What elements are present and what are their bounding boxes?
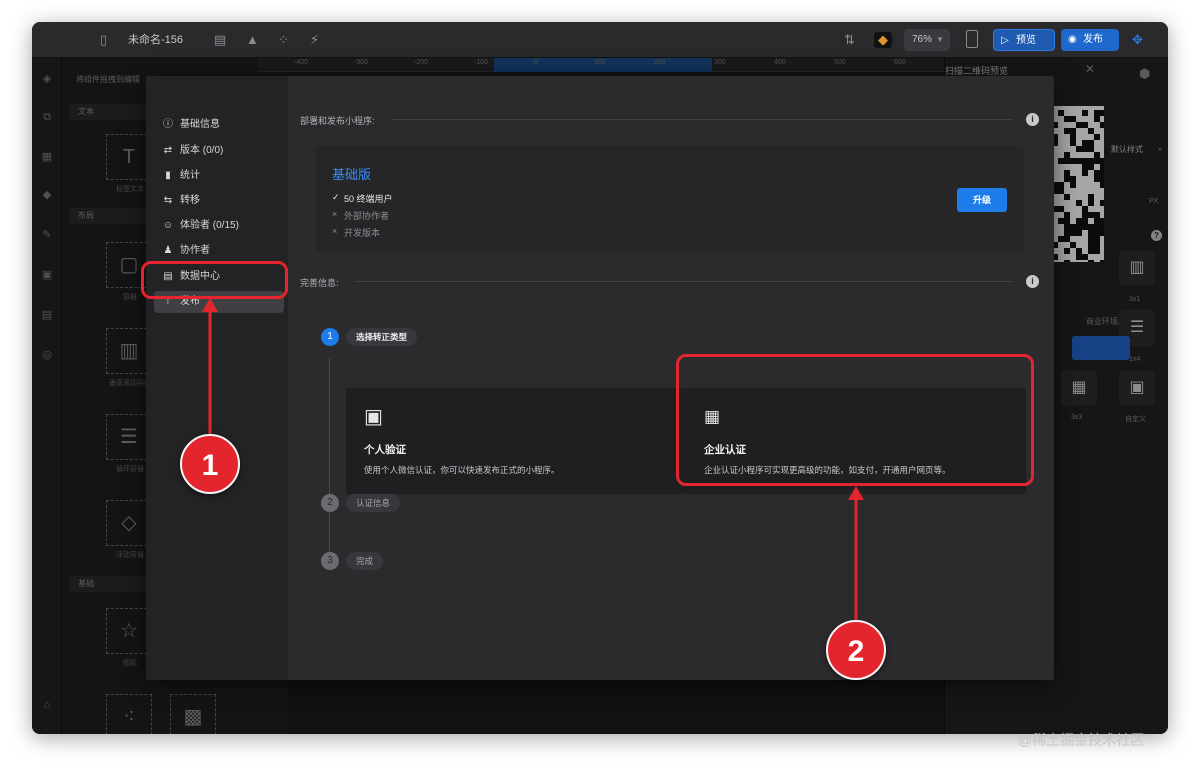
info-icon[interactable]: i <box>1026 113 1039 126</box>
document-title[interactable]: 未命名-156 <box>128 32 183 48</box>
personal-verification-card[interactable]: ▣ 个人验证 使用个人微信认证，你可以快速发布正式的小程序。 <box>346 388 686 494</box>
modal-nav-item[interactable]: ☺ 体验者 (0/15) <box>154 215 284 237</box>
cert-option-description: 使用个人微信认证，你可以快速发布正式的小程序。 <box>364 465 560 475</box>
cross-icon: × <box>332 226 338 236</box>
highlight-enterprise-card <box>676 354 1034 486</box>
section-divider <box>392 119 1012 120</box>
modal-nav-label: 版本 (0/0) <box>180 145 224 156</box>
swap-icon: ⇄ <box>163 145 173 156</box>
actions-icon[interactable]: ⚡ <box>310 32 319 48</box>
arrow-to-enterprise-card <box>848 486 864 622</box>
sidebar-toggle-icon[interactable]: ▯ <box>100 32 107 48</box>
complete-info-heading: 完善信息: <box>300 278 339 288</box>
publish-button-label: 发布 <box>1083 34 1103 45</box>
modal-nav-item[interactable]: ⇄ 版本 (0/0) <box>154 140 284 162</box>
bar-chart-icon: ▮ <box>165 170 171 181</box>
plan-card: 基础版 ✓ 50 终端用户 × 外部协作者 × 开发版本 升级 <box>316 146 1024 252</box>
step-number: 2 <box>321 494 339 512</box>
modal-nav-item[interactable]: ♟ 协作者 <box>154 240 284 262</box>
shapes-icon[interactable]: ▲ <box>246 32 259 48</box>
step-label: 选择转正类型 <box>346 328 418 346</box>
pages-icon[interactable]: ▤ <box>214 32 226 48</box>
eye-icon: ◉ <box>1068 34 1077 45</box>
play-icon: ▷ <box>1001 35 1009 46</box>
check-icon: ✓ <box>332 192 340 202</box>
plan-feature: × 开发版本 <box>332 226 380 239</box>
modal-nav-label: 体验者 (0/15) <box>180 220 239 231</box>
step-number: 3 <box>321 552 339 570</box>
cert-option-title: 个人验证 <box>364 444 406 456</box>
modal-nav-label: 协作者 <box>180 245 210 256</box>
upgrade-button[interactable]: 升级 <box>957 188 1007 212</box>
step-number: 1 <box>321 328 339 346</box>
team-icon: ♟ <box>163 245 173 256</box>
avatar[interactable]: ◆ <box>874 32 892 48</box>
preview-button-label: 预览 <box>1016 35 1036 46</box>
tester-icon: ☺ <box>162 220 174 231</box>
arrow-to-publish-nav <box>202 298 218 434</box>
preview-button[interactable]: ▷ 预览 <box>993 29 1055 51</box>
info-icon[interactable]: i <box>1026 275 1039 288</box>
step-label: 认证信息 <box>346 494 401 512</box>
chevron-down-icon: ▼ <box>936 35 944 44</box>
share-icon[interactable]: ✥ <box>1132 32 1143 48</box>
modal-nav-label: 基础信息 <box>180 119 220 130</box>
plan-feature-label: 外部协作者 <box>344 211 390 221</box>
plan-feature-label: 50 终端用户 <box>344 194 393 204</box>
top-toolbar: ▯ 未命名-156 ▤ ▲ ⁘ ⚡ ⇅ ◆ 76% ▼ ▷ 预览 ◉ 发布 ✥ <box>32 22 1168 58</box>
modal-nav-label: 统计 <box>180 170 200 181</box>
modal-nav-item[interactable]: ⇆ 转移 <box>154 190 284 212</box>
stepper-connector <box>329 358 330 494</box>
zoom-value: 76% <box>912 34 933 45</box>
assets-icon[interactable]: ⁘ <box>278 32 289 48</box>
cross-icon: × <box>332 209 338 219</box>
watermark: @稀土掘金技术社区 <box>1018 732 1145 748</box>
step-label: 完成 <box>346 552 384 570</box>
person-id-icon: ▣ <box>364 406 383 428</box>
modal-nav-item[interactable]: ▮ 统计 <box>154 165 284 187</box>
transfer-icon: ⇆ <box>163 195 173 206</box>
step-badge-2: 2 <box>826 620 886 680</box>
publish-button[interactable]: ◉ 发布 <box>1061 29 1119 51</box>
section-divider <box>354 281 1012 282</box>
highlight-publish-nav <box>141 261 288 299</box>
modal-nav-item[interactable]: ⓘ 基础信息 <box>154 114 284 136</box>
deploy-section-heading: 部署和发布小程序: <box>300 116 375 126</box>
zoom-select[interactable]: 76% ▼ <box>904 29 950 51</box>
step-badge-1: 1 <box>180 434 240 494</box>
info-icon: ⓘ <box>163 119 173 130</box>
plan-feature: ✓ 50 终端用户 <box>332 192 393 205</box>
plan-feature-label: 开发版本 <box>344 228 381 238</box>
align-icon[interactable]: ⇅ <box>844 32 855 48</box>
plan-name: 基础版 <box>332 167 372 182</box>
plan-feature: × 外部协作者 <box>332 209 389 222</box>
modal-nav-label: 转移 <box>180 195 200 206</box>
device-icon[interactable] <box>966 30 978 48</box>
